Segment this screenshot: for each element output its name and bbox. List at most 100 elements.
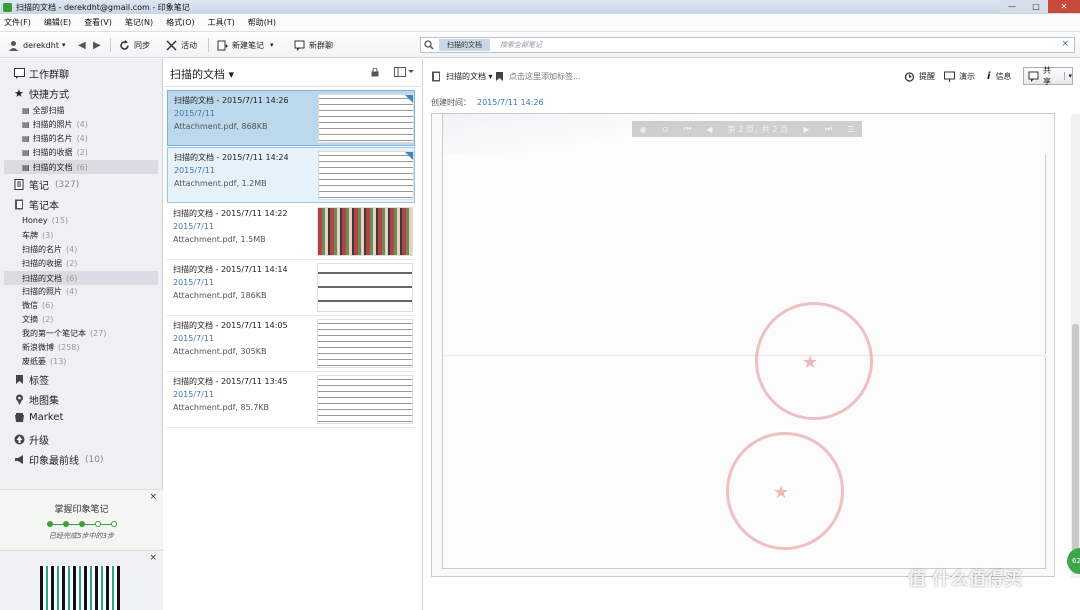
menu-help[interactable]: 帮助(H) <box>248 17 276 28</box>
first-page-icon[interactable]: ⏮ <box>684 124 691 134</box>
menu-icon[interactable]: ☰ <box>847 125 854 134</box>
sidebar-item-atlas[interactable]: 地图集 <box>14 392 172 407</box>
shortcut-item[interactable]: ▤ 扫描的名片 (4) <box>22 133 158 144</box>
progress-connector <box>100 523 111 525</box>
notebook-label: 扫描的收据 <box>22 259 62 268</box>
market-icon <box>14 412 25 423</box>
minimize-button[interactable]: — <box>1000 0 1024 13</box>
back-button[interactable]: ◀ <box>78 37 86 53</box>
promo-title: 掌握印象笔记 <box>54 505 109 515</box>
share-icon <box>1028 71 1039 82</box>
qr-close-icon[interactable]: × <box>149 553 157 563</box>
maximize-button[interactable]: □ <box>1024 0 1048 13</box>
notebook-item[interactable]: 微信 (6) <box>22 300 158 311</box>
menu-file[interactable]: 文件(F) <box>4 17 31 28</box>
view-options-icon[interactable] <box>394 67 414 80</box>
note-date: 2015/7/11 <box>173 222 215 231</box>
sidebar-item-market[interactable]: Market <box>14 412 172 423</box>
menu-edit[interactable]: 编辑(E) <box>44 17 71 28</box>
info-button[interactable]: i 信息 <box>987 68 1011 84</box>
notebook-item[interactable]: 新浪微博 (258) <box>22 342 158 353</box>
sidebar-item-tags[interactable]: 标签 <box>14 372 172 387</box>
note-thumbnail <box>317 319 413 368</box>
sync-button[interactable]: 同步 <box>119 37 150 53</box>
notebook-item-trash[interactable]: 废纸篓 (13) <box>22 356 158 367</box>
chevron-down-icon[interactable]: ▾ <box>1064 72 1072 80</box>
note-list-item[interactable]: 扫描的文档 - 2015/7/11 14:05 2015/7/11 Attach… <box>167 316 415 372</box>
note-list-item[interactable]: 扫描的文档 - 2015/7/11 14:22 2015/7/11 Attach… <box>167 204 415 260</box>
previous-page-icon[interactable]: ◀ <box>706 125 712 134</box>
search-scope-tag[interactable]: 扫描的文档 <box>439 39 490 51</box>
note-date: 2015/7/11 <box>173 334 215 343</box>
menu-note[interactable]: 笔记(N) <box>125 17 153 28</box>
promo-close-icon[interactable]: × <box>149 492 157 502</box>
notebook-item[interactable]: 扫描的照片 (4) <box>22 286 158 297</box>
shortcut-item[interactable]: ▤ 扫描的收据 (2) <box>22 147 158 158</box>
activity-button[interactable]: 活动 <box>166 37 197 53</box>
menu-bar: 文件(F) 编辑(E) 查看(V) 笔记(N) 格式(O) 工具(T) 帮助(H… <box>0 14 1080 32</box>
note-title: 扫描的文档 - 2015/7/11 14:14 <box>173 265 288 274</box>
new-chat-label: 新群聊 <box>309 40 333 50</box>
last-page-icon[interactable]: ⏭ <box>825 124 832 134</box>
sidebar-item-upgrade[interactable]: 升级 <box>14 432 172 447</box>
note-list-item[interactable]: 扫描的文档 - 2015/7/11 13:45 2015/7/11 Attach… <box>167 372 415 428</box>
sidebar-item-workchat[interactable]: 工作群聊 <box>14 66 172 81</box>
notebook-item[interactable]: 扫描的收据 (2) <box>22 258 158 269</box>
next-page-icon[interactable]: ▶ <box>803 125 809 134</box>
menu-format[interactable]: 格式(O) <box>166 17 195 28</box>
note-list-item-selected[interactable]: 扫描的文档 - 2015/7/11 14:26 2015/7/11 Attach… <box>167 90 415 146</box>
note-list-title[interactable]: 扫描的文档 ▾ <box>170 66 234 82</box>
sidebar-label: Market <box>29 412 64 423</box>
scan-icon: ▤ <box>22 134 30 143</box>
sidebar-item-notebooks[interactable]: 笔记本 <box>14 197 172 212</box>
notebook-count: (27) <box>90 329 107 338</box>
sidebar-label: 标签 <box>29 376 49 387</box>
search-bar[interactable]: 扫描的文档 搜索全部笔记 × <box>420 37 1075 53</box>
notebook-item[interactable]: Honey (15) <box>22 216 158 225</box>
shortcut-item[interactable]: ▤ 全部扫描 <box>22 105 158 116</box>
notebook-label: 车牌 <box>22 231 38 240</box>
notebook-item[interactable]: 扫描的名片 (4) <box>22 244 158 255</box>
menu-tools[interactable]: 工具(T) <box>208 17 235 28</box>
note-date: 2015/7/11 <box>173 390 215 399</box>
page-crease <box>443 354 1047 357</box>
add-tag-field[interactable]: 点击这里添加标签... <box>494 68 581 84</box>
note-thumbnail <box>318 94 414 143</box>
notebook-item[interactable]: 车牌 (3) <box>22 230 158 241</box>
new-chat-button[interactable]: 新群聊 <box>294 37 333 53</box>
progress-connector <box>68 523 79 525</box>
close-button[interactable]: ✕ <box>1048 0 1080 13</box>
viewer-scrollbar[interactable] <box>1071 114 1080 578</box>
search-clear-icon[interactable]: × <box>1061 39 1069 49</box>
note-list-item[interactable]: 扫描的文档 - 2015/7/11 14:14 2015/7/11 Attach… <box>167 260 415 316</box>
user-menu-button[interactable]: derekdht ▾ <box>8 37 65 53</box>
fit-page-icon[interactable]: ⊙ <box>662 125 669 134</box>
reminder-button[interactable]: 提醒 <box>904 68 935 84</box>
search-icon <box>424 40 434 53</box>
forward-button[interactable]: ▶ <box>93 37 101 53</box>
new-note-button[interactable]: 新建笔记 ▾ <box>217 37 274 53</box>
shortcut-item-selected[interactable]: ▤ 扫描的文档 (6) <box>4 160 158 174</box>
eye-icon[interactable]: ◉ <box>640 125 647 134</box>
notebook-item[interactable]: 文摘 (2) <box>22 314 158 325</box>
note-list-item[interactable]: 扫描的文档 - 2015/7/11 14:24 2015/7/11 Attach… <box>167 147 415 203</box>
present-button[interactable]: 演示 <box>944 68 975 84</box>
scan-icon: ▤ <box>22 148 30 157</box>
notebook-selector[interactable]: 扫描的文档 ▾ <box>431 68 493 84</box>
onboarding-promo[interactable]: × 掌握印象笔记 已经完成5步中的3步 <box>0 489 163 549</box>
upgrade-arrow-icon <box>14 434 25 445</box>
scrollbar-thumb[interactable] <box>1072 324 1079 574</box>
created-value[interactable]: 2015/7/11 14:26 <box>477 98 544 107</box>
notebook-item[interactable]: 我的第一个笔记本 (27) <box>22 328 158 339</box>
sidebar-item-frontier[interactable]: 印象最前线 (10) <box>14 452 172 467</box>
share-button[interactable]: 共享 ▾ <box>1023 66 1073 86</box>
title-bar: 扫描的文档 - derekdht@gmail.com - 印象笔记 <box>0 0 1080 14</box>
sidebar-item-shortcuts[interactable]: ★ 快捷方式 <box>14 86 172 101</box>
notebook-item-selected[interactable]: 扫描的文档 (6) <box>4 271 158 285</box>
sync-icon <box>119 39 130 51</box>
lock-icon[interactable] <box>371 67 379 80</box>
pdf-viewer[interactable]: ★ ★ ◉ ⊙ ⏮ ◀ 第 2 页，共 2 页 ▶ ⏭ ☰ <box>431 113 1055 577</box>
sidebar-item-notes[interactable]: 笔记 (327) <box>14 177 172 192</box>
shortcut-item[interactable]: ▤ 扫描的照片 (4) <box>22 119 158 130</box>
menu-view[interactable]: 查看(V) <box>84 17 112 28</box>
